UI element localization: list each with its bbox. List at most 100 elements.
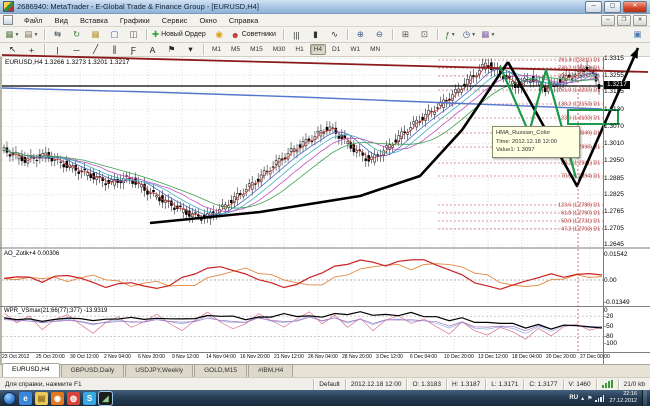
timeframe-M1[interactable]: M1 bbox=[208, 44, 225, 55]
time-axis-label: 2 Nov 04:00 bbox=[104, 354, 131, 360]
titlebar: 2686940: MetaTrader - E-Global Trade & F… bbox=[0, 0, 650, 14]
grid-button[interactable]: ▦ bbox=[86, 27, 105, 42]
statusbar: Для справки, нажмите F1Default2012.12.18… bbox=[0, 377, 650, 390]
toolbar-separator bbox=[44, 44, 45, 55]
toolbar-separator bbox=[44, 29, 45, 40]
candlestick-chart-button[interactable]: ▮ bbox=[306, 27, 325, 42]
expert-advisors-button[interactable]: ☻Советники bbox=[229, 27, 280, 42]
cursor-tool[interactable]: ↖ bbox=[3, 42, 22, 57]
text-tool[interactable]: A bbox=[143, 42, 162, 57]
menu-Вставка[interactable]: Вставка bbox=[74, 16, 114, 25]
time-axis-label: 25 Oct 20:00 bbox=[36, 354, 65, 360]
tile-windows-button[interactable]: ⊞ bbox=[396, 27, 415, 42]
chat-button[interactable]: ▣ bbox=[628, 27, 647, 42]
horizontal-line-tool[interactable]: ─ bbox=[67, 42, 86, 57]
skype-icon[interactable]: S bbox=[83, 392, 96, 405]
mdi-close-button[interactable]: ✕ bbox=[633, 15, 647, 26]
profiles-button[interactable]: ▤▼ bbox=[22, 27, 41, 42]
expert-advisors-button-label: Советники bbox=[242, 31, 276, 38]
tab-GOLD-M15[interactable]: GOLD,M15 bbox=[194, 364, 247, 377]
menu-Справка[interactable]: Справка bbox=[223, 16, 264, 25]
status-profile[interactable]: Default bbox=[313, 379, 345, 390]
vertical-line-tool[interactable]: | bbox=[48, 42, 67, 57]
timeframe-W1[interactable]: W1 bbox=[346, 44, 364, 55]
timeframe-H4[interactable]: H4 bbox=[310, 44, 326, 55]
chrome-icon[interactable]: ◍ bbox=[67, 392, 80, 405]
crosshair-tool[interactable]: + bbox=[22, 42, 41, 57]
start-button[interactable] bbox=[3, 392, 16, 405]
timeframe-M15[interactable]: M15 bbox=[246, 44, 267, 55]
ao-indicator-label: AO_Zotik+4 0.00306 bbox=[4, 251, 59, 257]
connection-status-icon bbox=[596, 379, 618, 390]
channel-tool[interactable]: ∥ bbox=[105, 42, 124, 57]
objects-icon: ▢ bbox=[110, 29, 118, 40]
chart-shift-button[interactable]: ⇆ bbox=[48, 27, 67, 42]
language-indicator[interactable]: RU bbox=[569, 395, 578, 401]
line-chart-button[interactable]: ∿ bbox=[325, 27, 344, 42]
mdi-minimize-button[interactable]: ─ bbox=[601, 15, 615, 26]
taskbar-clock[interactable]: 22:1627.12.2012 bbox=[609, 391, 637, 405]
zoom-out-button[interactable]: ⊖ bbox=[370, 27, 389, 42]
trendline-tool[interactable]: ╱ bbox=[86, 42, 105, 57]
mdi-restore-button[interactable]: ❐ bbox=[617, 15, 631, 26]
timeframe-MN[interactable]: MN bbox=[366, 44, 384, 55]
ie-icon[interactable]: e bbox=[19, 392, 32, 405]
status-traffic: 21/0 kb bbox=[618, 379, 650, 390]
indicators-button[interactable]: ƒ▼ bbox=[441, 27, 460, 42]
timeframe-M5[interactable]: M5 bbox=[227, 44, 244, 55]
menu-Вид[interactable]: Вид bbox=[48, 16, 74, 25]
tab--IBM-H4[interactable]: #IBM,H4 bbox=[248, 364, 293, 377]
tab-EURUSD-H4[interactable]: EURUSD,H4 bbox=[2, 363, 60, 377]
timeframe-H1[interactable]: H1 bbox=[291, 44, 307, 55]
tab-GBPUSD-Daily[interactable]: GBPUSD,Daily bbox=[61, 364, 125, 377]
tab-USDJPY-Weekly[interactable]: USDJPY,Weekly bbox=[125, 364, 193, 377]
objects-button[interactable]: ▢ bbox=[105, 27, 124, 42]
indicator-window-button[interactable]: ◫ bbox=[124, 27, 143, 42]
label-tool[interactable]: ⚑ bbox=[162, 42, 181, 57]
bar-chart-button[interactable]: ||| bbox=[287, 27, 306, 42]
shapes-tool[interactable]: ▾ bbox=[181, 42, 200, 57]
show-desktop-button[interactable] bbox=[642, 390, 647, 406]
templates-button[interactable]: ▦▼ bbox=[479, 27, 498, 42]
deposit-button[interactable]: ◉ bbox=[210, 27, 229, 42]
timeframe-M30[interactable]: M30 bbox=[269, 44, 290, 55]
cascade-windows-button[interactable]: ⊡ bbox=[415, 27, 434, 42]
new-chart-button[interactable]: ▦▼ bbox=[3, 27, 22, 42]
chat-bubble-icon: ▣ bbox=[633, 29, 641, 40]
chart-new-icon: ▦ bbox=[6, 29, 14, 40]
menu-Графики[interactable]: Графики bbox=[114, 16, 156, 25]
toolbar-separator bbox=[437, 29, 438, 40]
chart-background[interactable] bbox=[2, 57, 650, 364]
zoom-out-icon: ⊖ bbox=[376, 29, 383, 40]
toolbar-separator bbox=[392, 29, 393, 40]
line-chart-icon: ∿ bbox=[331, 29, 338, 40]
action-center-icon[interactable]: ⚑ bbox=[587, 395, 592, 402]
close-button[interactable]: ✕ bbox=[623, 1, 647, 13]
menu-Сервис[interactable]: Сервис bbox=[156, 16, 194, 25]
metatrader-window: 2686940: MetaTrader - E-Global Trade & F… bbox=[0, 0, 650, 406]
bar-chart-icon: ||| bbox=[293, 30, 300, 40]
menu-Окно[interactable]: Окно bbox=[193, 16, 222, 25]
periods-button[interactable]: ◷▼ bbox=[460, 27, 479, 42]
app-icon bbox=[3, 1, 14, 12]
media-icon[interactable]: ◉ bbox=[51, 392, 64, 405]
fibonacci-tool[interactable]: Ƒ bbox=[124, 42, 143, 57]
toolbar-separator bbox=[146, 29, 147, 40]
ao-axis-label: 0.00 bbox=[604, 277, 617, 284]
show-hidden-icons-button[interactable]: ▴ bbox=[581, 395, 584, 402]
auto-scroll-button[interactable]: ↻ bbox=[67, 27, 86, 42]
candlestick-icon: ▮ bbox=[313, 29, 318, 40]
flag-icon: ⚑ bbox=[168, 44, 176, 55]
maximize-button[interactable]: ▢ bbox=[604, 1, 621, 13]
network-icon[interactable] bbox=[595, 395, 604, 402]
metatrader-icon[interactable]: ◢ bbox=[99, 392, 112, 405]
minimize-button[interactable]: ─ bbox=[585, 1, 602, 13]
menu-Файл[interactable]: Файл bbox=[18, 16, 48, 25]
zoom-in-button[interactable]: ⊕ bbox=[351, 27, 370, 42]
time-axis-label: 14 Nov 04:00 bbox=[206, 354, 236, 360]
timeframe-D1[interactable]: D1 bbox=[328, 44, 344, 55]
new-order-button[interactable]: ✚Новый Ордер bbox=[150, 27, 210, 42]
price-axis-label: 1.3130 bbox=[604, 106, 624, 113]
explorer-icon[interactable]: ▤ bbox=[35, 392, 48, 405]
ao-axis-label: -0.01349 bbox=[604, 299, 630, 306]
